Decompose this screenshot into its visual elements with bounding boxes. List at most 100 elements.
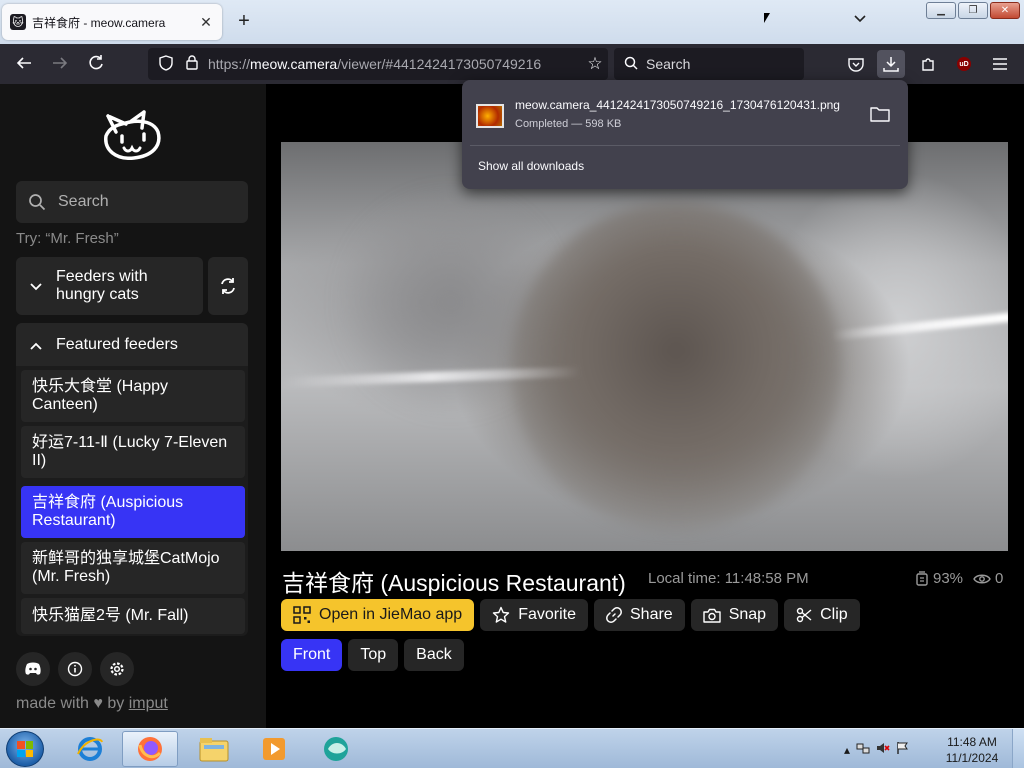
favorite-button[interactable]: Favorite [480, 599, 588, 631]
view-front-button[interactable]: Front [281, 639, 343, 671]
taskbar-clock[interactable]: 11:48 AM 11/1/2024 [942, 734, 1002, 766]
feeder-label: 好运7-11-Ⅱ (Lucky 7-Eleven II) [32, 434, 228, 469]
view-back-button[interactable]: Back [404, 639, 464, 671]
featured-feeder-list: 快乐大食堂 (Happy Canteen) 好运7-11-Ⅱ (Lucky 7-… [16, 366, 248, 636]
share-button[interactable]: Share [594, 599, 685, 631]
mouse-cursor-icon [764, 13, 770, 23]
restore-button[interactable]: ❐ [958, 2, 988, 19]
chevron-up-icon [16, 337, 56, 353]
clip-button[interactable]: Clip [784, 599, 860, 631]
link-icon [606, 607, 622, 623]
minimize-button[interactable]: ▁ [926, 2, 956, 19]
snap-label: Snap [728, 606, 767, 623]
camera-view-buttons: Front Top Back [281, 639, 464, 671]
feeder-item-mr-fresh[interactable]: 新鲜哥的独享城堡CatMojo (Mr. Fresh) [21, 542, 245, 594]
feeder-item-mr-fall[interactable]: 快乐猫屋2号 (Mr. Fall) [21, 598, 245, 634]
tab-strip: 🐱 吉祥食府 - meow.camera ✕ + ▁ ❐ ✕ [0, 0, 1024, 44]
feeder-label: 吉祥食府 (Auspicious Restaurant) [32, 494, 184, 529]
media-player-icon[interactable] [246, 731, 302, 767]
start-button[interactable] [6, 731, 44, 767]
favorite-label: Favorite [518, 606, 576, 623]
search-icon [29, 194, 46, 211]
browser-tab[interactable]: 🐱 吉祥食府 - meow.camera ✕ [2, 4, 222, 40]
qr-code-icon [293, 606, 311, 624]
refresh-button[interactable] [208, 257, 248, 315]
snap-button[interactable]: Snap [690, 599, 779, 631]
ublock-badge: uD [957, 57, 971, 71]
show-desktop-button[interactable] [1012, 729, 1024, 768]
meow-camera-cat-logo-icon[interactable] [100, 102, 166, 164]
search-hint: Try: “Mr. Fresh” [16, 230, 119, 247]
divider [470, 145, 900, 146]
bookmark-star-icon[interactable]: ☆ [582, 54, 608, 74]
feeder-label: 快乐猫屋2号 (Mr. Fall) [32, 607, 189, 624]
group-hungry-cats-label: Feeders with hungry cats [56, 268, 148, 303]
new-tab-plus-icon[interactable]: + [234, 10, 254, 32]
camera-icon [703, 608, 721, 623]
discord-icon[interactable] [16, 652, 50, 686]
tab-close-icon[interactable]: ✕ [198, 14, 214, 31]
show-all-downloads-link[interactable]: Show all downloads [478, 159, 584, 173]
ublock-origin-icon[interactable]: uD [950, 50, 978, 78]
internet-explorer-icon[interactable] [62, 731, 118, 767]
feeder-label: 新鲜哥的独享城堡CatMojo (Mr. Fresh) [32, 550, 220, 585]
downloads-icon[interactable] [877, 50, 905, 78]
share-label: Share [630, 606, 673, 623]
star-icon [493, 606, 510, 623]
network-icon[interactable] [856, 741, 870, 758]
feeder-item-happy-canteen[interactable]: 快乐大食堂 (Happy Canteen) [21, 370, 245, 422]
pocket-icon[interactable] [842, 50, 870, 78]
made-with-credit: made with ♥ by imput [16, 695, 168, 713]
clock-time: 11:48 AM [947, 735, 997, 749]
settings-gear-icon[interactable] [100, 652, 134, 686]
action-center-flag-icon[interactable] [896, 741, 908, 758]
eye-icon [973, 574, 991, 583]
author-link[interactable]: imput [129, 695, 168, 712]
system-tray: ▴ [844, 741, 908, 758]
firefox-taskbar-icon[interactable] [122, 731, 178, 767]
lock-icon[interactable] [182, 55, 202, 73]
camera-stats: 93% 0 [915, 570, 1003, 587]
reload-icon[interactable] [86, 54, 106, 74]
clip-label: Clip [820, 606, 848, 623]
group-hungry-cats-toggle[interactable]: Feeders with hungry cats [16, 257, 203, 315]
made-with-by: by [107, 695, 125, 712]
info-icon[interactable] [58, 652, 92, 686]
url-bar[interactable]: https://meow.camera/viewer/#441242417305… [148, 48, 608, 80]
download-filename[interactable]: meow.camera_4412424173050749216_17304761… [515, 98, 840, 112]
window-controls: ▁ ❐ ✕ [926, 2, 1020, 19]
made-with-prefix: made with [16, 695, 89, 712]
show-hidden-icons-chevron-icon[interactable]: ▴ [844, 743, 850, 757]
folder-icon[interactable] [870, 106, 890, 122]
hamburger-menu-icon[interactable] [986, 50, 1014, 78]
feeder-search-field[interactable] [16, 181, 248, 223]
clock-date: 11/1/2024 [945, 751, 999, 765]
list-all-tabs-chevron-icon[interactable] [854, 12, 866, 26]
feeder-item-auspicious-restaurant[interactable]: 吉祥食府 (Auspicious Restaurant) [21, 486, 245, 538]
back-arrow-icon[interactable] [14, 54, 34, 74]
forward-arrow-icon[interactable] [50, 54, 70, 74]
close-window-button[interactable]: ✕ [990, 2, 1020, 19]
file-explorer-icon[interactable] [186, 731, 242, 767]
downloads-panel: meow.camera_4412424173050749216_17304761… [462, 80, 908, 189]
shield-icon[interactable] [156, 54, 176, 74]
volume-muted-icon[interactable] [876, 741, 890, 758]
navigation-toolbar: https://meow.camera/viewer/#441242417305… [0, 44, 1024, 84]
open-in-app-button[interactable]: Open in JieMao app [281, 599, 475, 631]
view-top-label: Top [360, 646, 387, 663]
feeder-item-lucky-7-eleven[interactable]: 好运7-11-Ⅱ (Lucky 7-Eleven II) [21, 426, 245, 478]
download-status: Completed — 598 KB [515, 118, 622, 130]
group-featured-toggle[interactable]: Featured feeders [16, 323, 248, 366]
app-taskbar-icon[interactable] [308, 731, 364, 767]
view-top-button[interactable]: Top [348, 639, 399, 671]
video-light-streak [831, 312, 1008, 341]
feeder-search-input[interactable] [58, 193, 228, 211]
extensions-puzzle-icon[interactable] [914, 50, 942, 78]
camera-video-feed[interactable] [281, 142, 1008, 551]
feeder-label: 快乐大食堂 (Happy Canteen) [32, 378, 169, 413]
chevron-down-icon [16, 278, 56, 294]
sidebar-footer-icons [16, 652, 134, 686]
camera-action-buttons: Open in JieMao app Favorite Share Snap C… [281, 599, 860, 631]
browser-search-bar[interactable]: Search [614, 48, 804, 80]
windows-taskbar: ▴ 11:48 AM 11/1/2024 [0, 728, 1024, 768]
